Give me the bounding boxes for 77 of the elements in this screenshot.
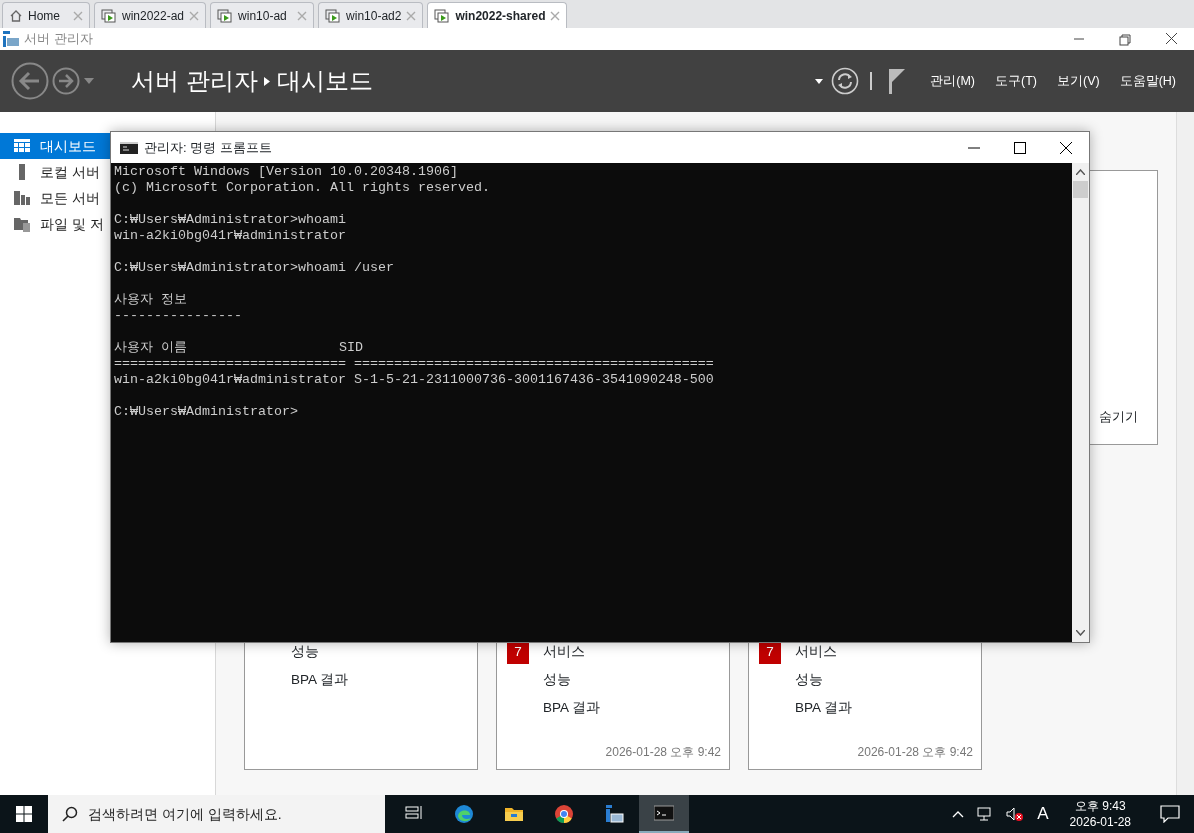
alert-count: 7 [507, 641, 529, 664]
browser-tab[interactable]: win2022-shared [427, 2, 568, 28]
flag-icon[interactable] [888, 68, 907, 94]
notification-icon[interactable] [1160, 805, 1180, 823]
restore-icon[interactable] [1116, 31, 1134, 47]
clock-time[interactable]: 오후 9:43 [1074, 798, 1126, 814]
terminal-icon [654, 803, 674, 823]
clock-date[interactable]: 2026-01-28 [1069, 814, 1131, 830]
server-icon [604, 804, 624, 824]
refresh-icon[interactable] [831, 67, 860, 95]
browser-tab[interactable]: win10-ad [210, 2, 315, 28]
chevron-icon [264, 76, 271, 86]
card-link[interactable]: BPA 결과 [795, 698, 853, 719]
sidebar-item[interactable]: 로컬 서버 [0, 159, 110, 185]
card-link[interactable]: 성능 [291, 642, 319, 663]
caret-icon[interactable] [815, 78, 824, 84]
alert-count: 7 [759, 641, 781, 664]
console-line: win-a2ki0bg041r₩administrator [114, 228, 347, 244]
search-icon [62, 806, 78, 822]
vm-icon [101, 8, 117, 23]
network-icon[interactable] [977, 806, 994, 822]
vm-icon [325, 8, 342, 23]
separator-icon [870, 72, 873, 90]
back-icon[interactable] [11, 62, 49, 100]
taskbar-app[interactable] [639, 795, 689, 833]
console-line: Microsoft Windows [Version 10.0.20348.1906] [114, 164, 459, 180]
vm-icon [217, 8, 234, 23]
console-line: C:₩Users₩Administrator>whoami /user [114, 260, 395, 276]
console-line: ============================= ============================================= [114, 356, 715, 372]
browser-icon [554, 804, 574, 824]
console-line: 사용자 정보 [114, 292, 188, 308]
ime-indicator[interactable]: A [1037, 801, 1049, 827]
home-icon [9, 8, 23, 23]
app-icon [2, 30, 20, 48]
timestamp: 2026-01-28 오후 9:42 [604, 743, 722, 761]
timestamp: 2026-01-28 오후 9:42 [856, 743, 974, 761]
console-line: C:₩Users₩Administrator> [114, 404, 299, 420]
vm-icon [434, 8, 451, 23]
scrollbar[interactable] [1176, 112, 1194, 795]
files-icon [14, 216, 30, 232]
console-line: C:₩Users₩Administrator>whoami [114, 212, 347, 228]
console-line: ---------------- [114, 308, 243, 324]
breadcrumb-item: 대시보드 [276, 66, 373, 96]
sidebar-item[interactable]: 파일 및 저 [0, 211, 110, 237]
card-link[interactable]: 성능 [795, 670, 823, 691]
browser-icon [454, 804, 474, 824]
chevron-up-icon[interactable] [952, 810, 965, 818]
menu-item[interactable]: 도움말(H) [1119, 71, 1176, 91]
card-link[interactable]: 서비스 [543, 642, 585, 663]
browser-tab[interactable]: win10-ad2 [318, 2, 424, 28]
sidebar-item[interactable]: 모든 서버 [0, 185, 110, 211]
sidebar-item[interactable]: 대시보드 [0, 133, 110, 159]
browser-tab[interactable]: win2022-ad [94, 2, 207, 28]
card-link[interactable]: 서비스 [795, 642, 837, 663]
dashboard-icon [14, 138, 30, 154]
search-field[interactable]: 검색하려면 여기에 입력하세요. [48, 795, 385, 833]
console-line: win-a2ki0bg041r₩administrator S-1-5-21-2311000736-3001167436-3541090248-500 [114, 372, 715, 388]
window-title: 서버 관리자 [24, 30, 93, 49]
card-link[interactable]: BPA 결과 [543, 698, 601, 719]
breadcrumb-item[interactable]: 서버 관리자 [131, 63, 258, 99]
servers-icon [14, 190, 30, 206]
menu-item[interactable]: 보기(V) [1056, 71, 1100, 91]
card-link[interactable]: BPA 결과 [291, 670, 349, 691]
forward-icon[interactable] [52, 67, 81, 95]
card-link[interactable]: 성능 [543, 670, 571, 691]
scrollbar[interactable] [1072, 163, 1089, 642]
windows-icon [16, 806, 32, 822]
browser-tab[interactable]: Home [2, 2, 90, 28]
menu-item[interactable]: 도구(T) [995, 71, 1037, 91]
console-line: (c) Microsoft Corporation. All rights reserved. [114, 180, 491, 196]
console-icon [120, 141, 138, 154]
menu-item[interactable]: 관리(M) [930, 71, 975, 91]
volume-muted-icon[interactable] [1006, 806, 1025, 822]
window-title: 관리자: 명령 프롬프트 [144, 138, 272, 157]
console-line: 사용자 이름 SID [114, 340, 364, 356]
scroll-thumb[interactable] [1073, 181, 1088, 198]
hide-link[interactable]: 숨기기 [1099, 406, 1138, 426]
